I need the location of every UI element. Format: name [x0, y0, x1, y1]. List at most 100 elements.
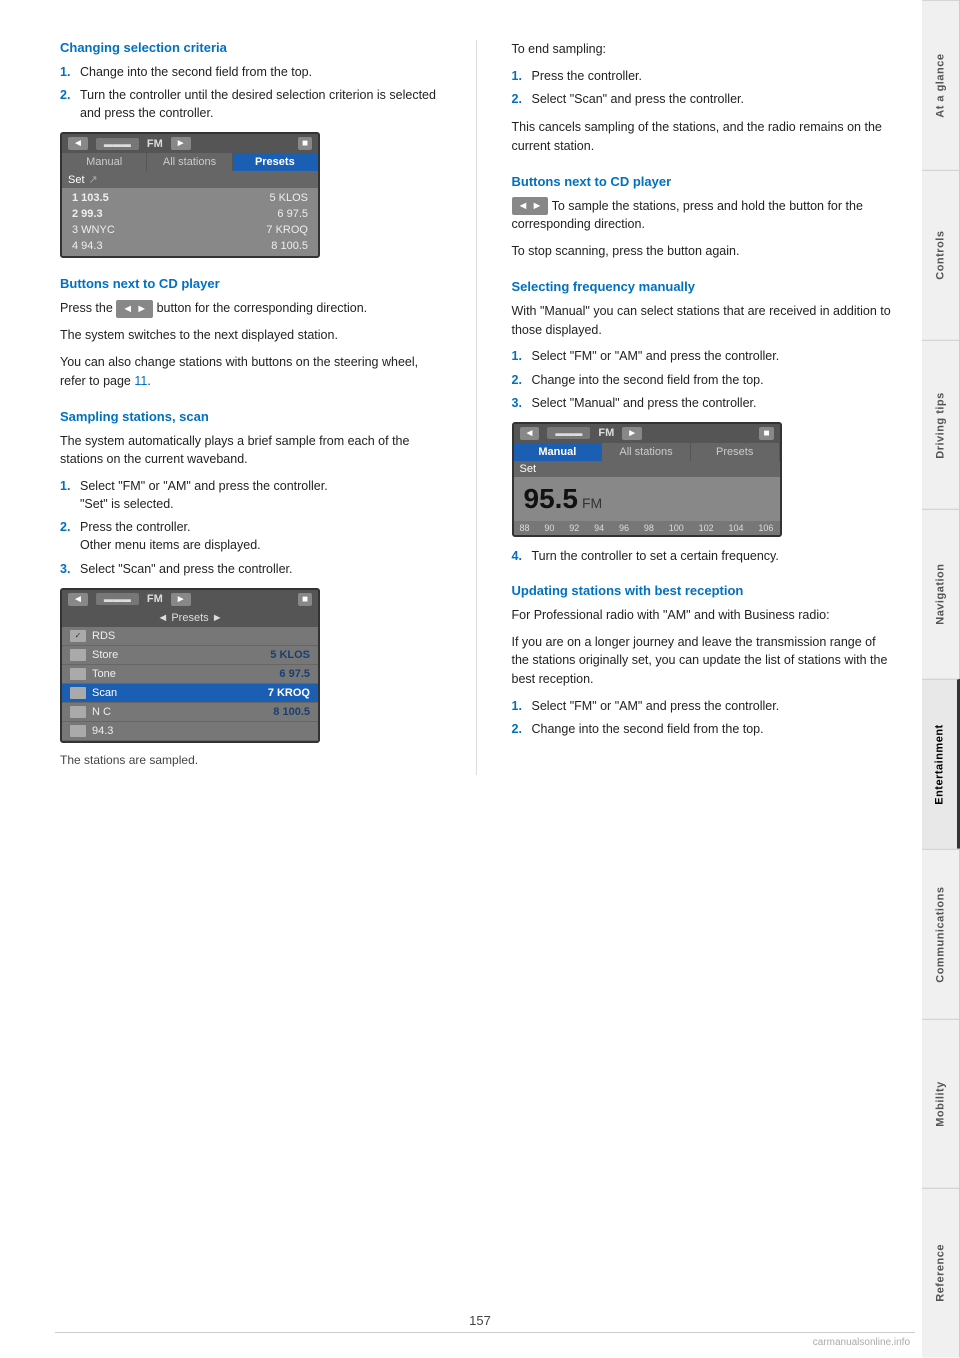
list-item: 1. Select "FM" or "AM" and press the con…	[512, 347, 893, 365]
section-buttons-cd-left: Buttons next to CD player	[60, 276, 441, 291]
cd-button-icon: ◄ ►	[116, 300, 153, 319]
left-arrow-icon-3: ◄	[520, 427, 540, 440]
radio-icon-3: ▬▬▬	[547, 427, 590, 439]
sidebar-tab-controls[interactable]: Controls	[922, 170, 960, 340]
radio-tabs-1: Manual All stations Presets	[62, 153, 318, 171]
sidebar-tab-reference[interactable]: Reference	[922, 1188, 960, 1358]
rds-check-icon: ✓	[70, 630, 86, 642]
sidebar-tab-communications[interactable]: Communications	[922, 849, 960, 1019]
step4-list: 4. Turn the controller to set a certain …	[512, 547, 893, 565]
list-item: 1. Select "FM" or "AM" and press the con…	[60, 477, 441, 513]
update-steps: 1. Select "FM" or "AM" and press the con…	[512, 697, 893, 738]
list-item: 1. Change into the second field from the…	[60, 63, 441, 81]
list-item: 2. Turn the controller until the desired…	[60, 86, 441, 122]
right-arrow-icon-2: ►	[171, 593, 191, 606]
update-para1: For Professional radio with "AM" and wit…	[512, 606, 893, 625]
section-updating-stations: Updating stations with best reception	[512, 583, 893, 598]
frequency-value: 95.5	[524, 483, 579, 515]
list-item: 2. Change into the second field from the…	[512, 371, 893, 389]
radio-icon: ▬▬▬	[96, 138, 139, 150]
left-arrow-icon: ◄	[68, 137, 88, 150]
sidebar-tab-mobility[interactable]: Mobility	[922, 1019, 960, 1189]
right-arrow-icon-3: ►	[622, 427, 642, 440]
radio-tab-manual[interactable]: Manual	[62, 153, 147, 171]
buttons-cd-para3: You can also change stations with button…	[60, 353, 441, 391]
freq-icon	[70, 725, 86, 737]
station-row: 4 94.3 8 100.5	[66, 238, 314, 254]
changing-selection-steps: 1. Change into the second field from the…	[60, 63, 441, 122]
radio-topbar-2: ◄ ▬▬▬ FM ► ■	[62, 590, 318, 609]
menu-item-tone: Tone 6 97.5	[62, 665, 318, 684]
section-buttons-cd-right: Buttons next to CD player	[512, 174, 893, 189]
radio-tab-manual-3[interactable]: Manual	[514, 443, 603, 461]
cd-button-ref-icon: ◄ ►	[512, 197, 549, 216]
scan-icon	[70, 687, 86, 699]
list-item: 3. Select "Manual" and press the control…	[512, 394, 893, 412]
cd-right-para2: To stop scanning, press the button again…	[512, 242, 893, 261]
set-label: Set	[68, 174, 85, 186]
cd-right-para1: ◄ ► To sample the stations, press and ho…	[512, 197, 893, 235]
presets-bar: ◄ Presets ►	[62, 609, 318, 627]
menu-item-store: Store 5 KLOS	[62, 646, 318, 665]
radio-tab-all-stations[interactable]: All stations	[147, 153, 232, 171]
arrow-indicator: ↗	[89, 173, 98, 186]
section-freq-manual: Selecting frequency manually	[512, 279, 893, 294]
radio-menu: ✓ RDS Store 5 KLOS Tone 6 97.5	[62, 627, 318, 741]
radio-set-row-3: Set	[514, 461, 780, 477]
radio-screen-2: ◄ ▬▬▬ FM ► ■ ◄ Presets ► ✓ RDS Store 5 K	[60, 588, 320, 743]
caption-sampling: The stations are sampled.	[60, 753, 441, 767]
radio-tab-presets-3[interactable]: Presets	[691, 443, 780, 461]
list-item: 2. Press the controller.Other menu items…	[60, 518, 441, 554]
sidebar-tab-at-a-glance[interactable]: At a glance	[922, 0, 960, 170]
radio-topbar-1: ◄ ▬▬▬ FM ► ■	[62, 134, 318, 153]
column-divider	[476, 40, 477, 775]
radio-tabs-3: Manual All stations Presets	[514, 443, 780, 461]
corner-icon: ■	[298, 137, 312, 150]
buttons-cd-para1: Press the ◄ ► button for the correspondi…	[60, 299, 441, 318]
radio-tab-presets[interactable]: Presets	[233, 153, 318, 171]
store-icon	[70, 649, 86, 661]
corner-icon-3: ■	[759, 427, 773, 440]
radio-icon-2: ▬▬▬	[96, 593, 139, 605]
list-item: 4. Turn the controller to set a certain …	[512, 547, 893, 565]
list-item: 2. Select "Scan" and press the controlle…	[512, 90, 893, 108]
sampling-para: The system automatically plays a brief s…	[60, 432, 441, 470]
tone-icon	[70, 668, 86, 680]
buttons-cd-para2: The system switches to the next displaye…	[60, 326, 441, 345]
page-bottom-bar	[55, 1332, 915, 1333]
menu-item-scan[interactable]: Scan 7 KROQ	[62, 684, 318, 703]
page-link[interactable]: 11	[134, 374, 147, 388]
to-end-sampling-steps: 1. Press the controller. 2. Select "Scan…	[512, 67, 893, 108]
sidebar-tab-entertainment[interactable]: Entertainment	[922, 679, 960, 849]
fm-label-2: FM	[147, 593, 163, 605]
left-column: Changing selection criteria 1. Change in…	[60, 40, 441, 775]
radio-screen-1: ◄ ▬▬▬ FM ► ■ Manual All stations Presets…	[60, 132, 320, 258]
frequency-display: 95.5 FM	[514, 477, 780, 521]
main-content: Changing selection criteria 1. Change in…	[0, 0, 922, 815]
sidebar-tab-navigation[interactable]: Navigation	[922, 509, 960, 679]
sidebar-tab-driving-tips[interactable]: Driving tips	[922, 340, 960, 510]
sidebar: At a glance Controls Driving tips Naviga…	[922, 0, 960, 1358]
station-row: 2 99.3 6 97.5	[66, 206, 314, 222]
list-item: 3. Select "Scan" and press the controlle…	[60, 560, 441, 578]
fm-label: FM	[147, 138, 163, 150]
station-row: 3 WNYC 7 KROQ	[66, 222, 314, 238]
radio-tab-all-stations-3[interactable]: All stations	[602, 443, 691, 461]
end-sampling-para: This cancels sampling of the stations, a…	[512, 118, 893, 156]
list-item: 2. Change into the second field from the…	[512, 720, 893, 738]
frequency-scale: 88 90 92 94 96 98 100 102 104 106	[514, 521, 780, 535]
sampling-steps: 1. Select "FM" or "AM" and press the con…	[60, 477, 441, 578]
radio-stations-1: 1 103.5 5 KLOS 2 99.3 6 97.5 3 WNYC 7 KR…	[62, 188, 318, 256]
set-label-3: Set	[520, 463, 537, 475]
station-row: 1 103.5 5 KLOS	[66, 190, 314, 206]
frequency-unit: FM	[582, 495, 602, 511]
left-arrow-icon: ◄	[68, 593, 88, 606]
list-item: 1. Select "FM" or "AM" and press the con…	[512, 697, 893, 715]
corner-icon-2: ■	[298, 593, 312, 606]
section-changing-selection: Changing selection criteria	[60, 40, 441, 55]
menu-item-nc: N C 8 100.5	[62, 703, 318, 722]
right-column: To end sampling: 1. Press the controller…	[512, 40, 893, 775]
radio-screen-3: ◄ ▬▬▬ FM ► ■ Manual All stations Presets…	[512, 422, 782, 537]
to-end-sampling-heading: To end sampling:	[512, 40, 893, 59]
radio-set-row: Set ↗	[62, 171, 318, 188]
